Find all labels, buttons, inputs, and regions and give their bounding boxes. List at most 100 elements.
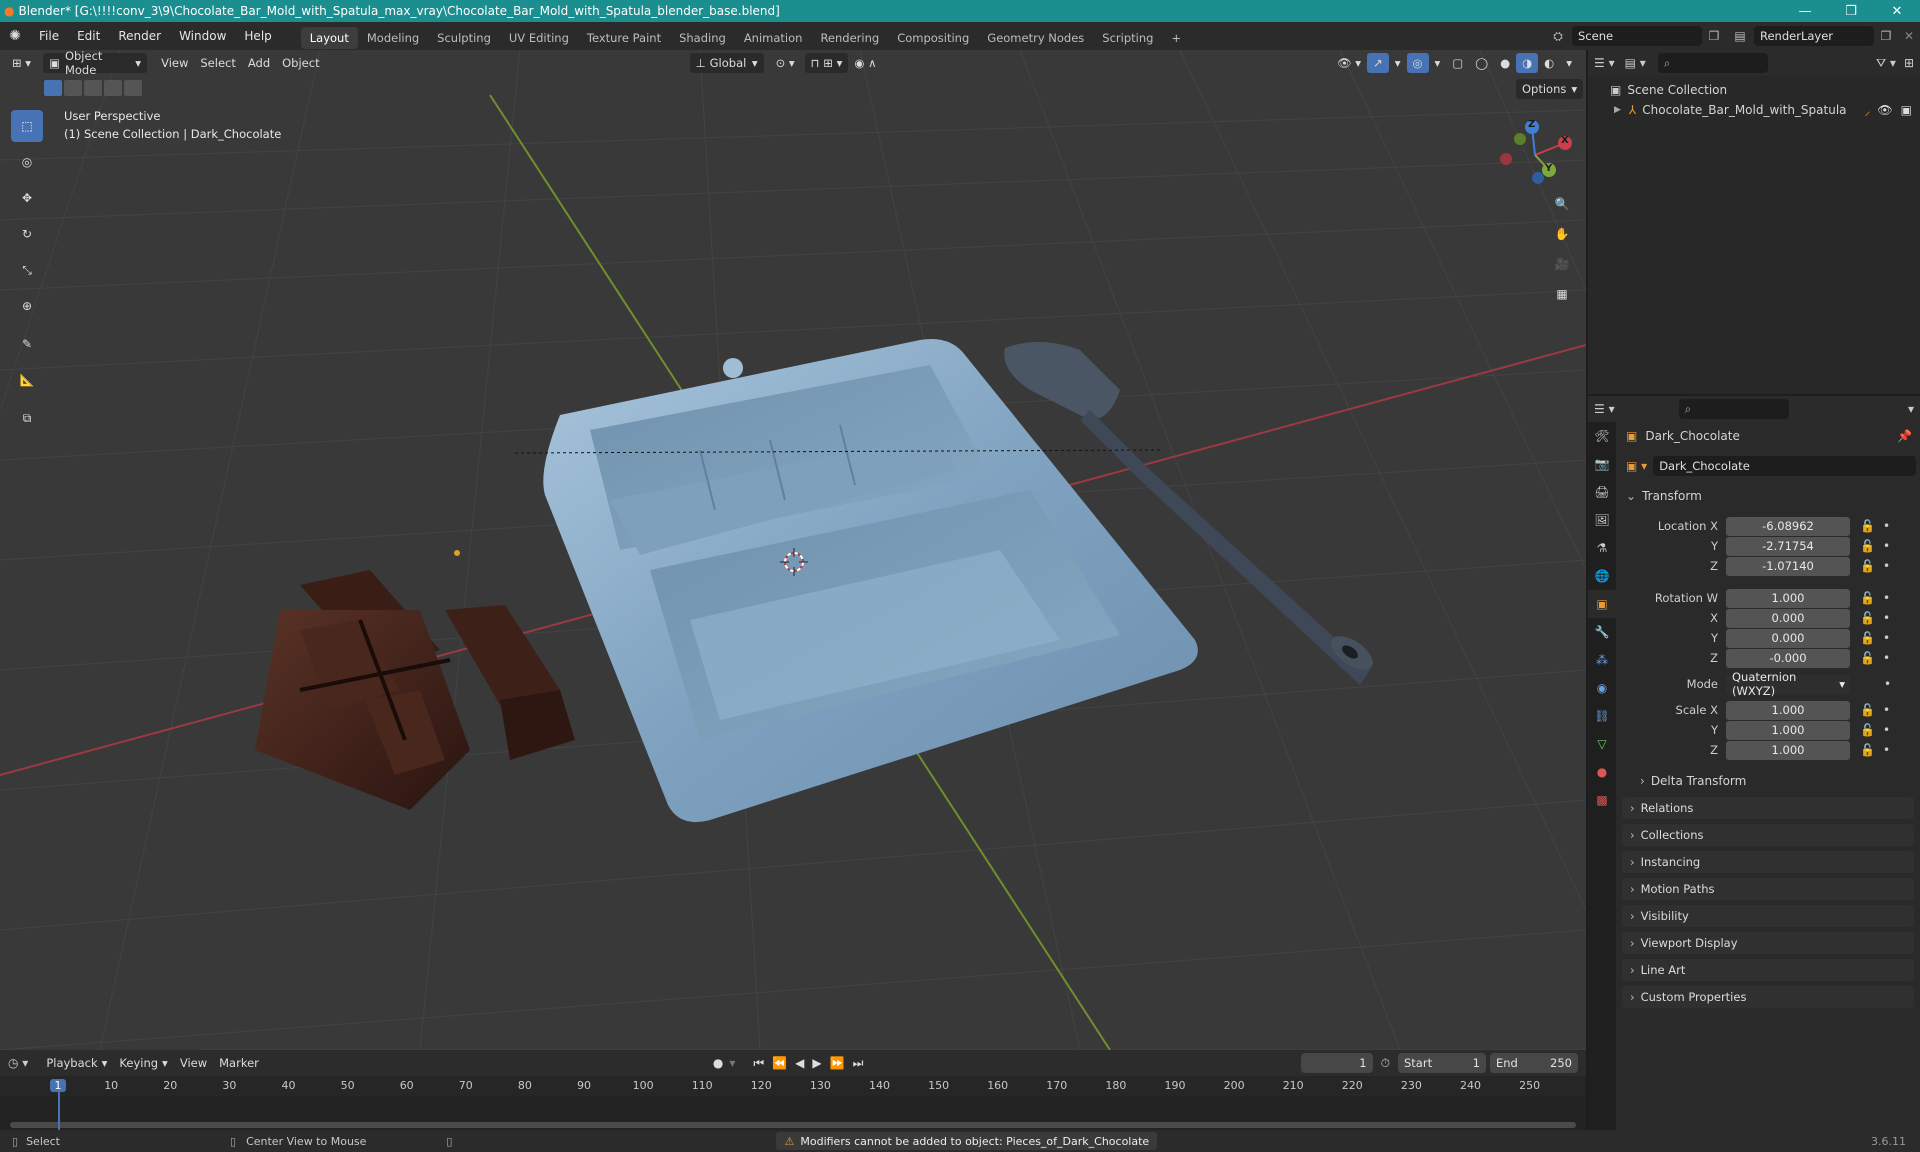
tab-scripting[interactable]: Scripting	[1093, 27, 1162, 49]
rotation-z-field[interactable]: -0.000	[1726, 648, 1850, 668]
world-tab-icon[interactable]: 🌐	[1588, 562, 1616, 590]
jump-keyframe-back-icon[interactable]: ⏪	[772, 1056, 787, 1070]
lock-icon[interactable]: 🔓	[1860, 591, 1875, 605]
options-button[interactable]: Options ▾	[1516, 79, 1584, 99]
keyframe-dot-icon[interactable]: •	[1884, 677, 1891, 691]
menu-keying[interactable]: Keying ▾	[113, 1053, 173, 1073]
physics-tab-icon[interactable]: ◉	[1588, 674, 1616, 702]
data-tab-icon[interactable]: ▽	[1588, 730, 1616, 758]
end-frame-field[interactable]: End 250	[1490, 1053, 1578, 1073]
xray-icon[interactable]: ▢	[1446, 53, 1469, 73]
tab-compositing[interactable]: Compositing	[888, 27, 978, 49]
menu-timeline-view[interactable]: View	[174, 1053, 213, 1073]
visibility-icon[interactable]: 👁 ▾	[1331, 53, 1367, 73]
material-shading-icon[interactable]: ◑	[1516, 53, 1539, 73]
select-extend-icon[interactable]	[64, 80, 82, 96]
render-layer-selector[interactable]: RenderLayer	[1754, 26, 1874, 46]
3d-viewport[interactable]: ⊞ ▾ ▣ Object Mode ▾ View Select Add Obje…	[0, 50, 1586, 1050]
select-intersect-icon[interactable]	[124, 80, 142, 96]
tab-animation[interactable]: Animation	[735, 27, 812, 49]
tab-uv-editing[interactable]: UV Editing	[500, 27, 578, 49]
menu-marker[interactable]: Marker	[213, 1053, 265, 1073]
keyframe-dot-icon[interactable]: •	[1883, 723, 1890, 737]
rotate-tool-icon[interactable]: ↻	[11, 218, 43, 250]
location-y-field[interactable]: -2.71754	[1726, 536, 1850, 556]
dark-chocolate-object[interactable]	[255, 570, 575, 810]
panel-custom-properties[interactable]: › Custom Properties	[1622, 986, 1914, 1008]
menu-render[interactable]: Render	[109, 22, 170, 50]
shading-dropdown-icon[interactable]: ▾	[1560, 53, 1578, 73]
new-layer-icon[interactable]: ❐	[1874, 29, 1898, 43]
scale-y-field[interactable]: 1.000	[1726, 720, 1850, 740]
solid-shading-icon[interactable]: ●	[1494, 53, 1516, 73]
menu-file[interactable]: File	[30, 22, 68, 50]
expand-arrow-icon[interactable]: ▶	[1614, 105, 1621, 115]
start-frame-field[interactable]: Start 1	[1398, 1053, 1486, 1073]
panel-line-art[interactable]: › Line Art	[1622, 959, 1914, 981]
keyframe-dot-icon[interactable]: •	[1883, 631, 1890, 645]
wireframe-shading-icon[interactable]: ◯	[1469, 53, 1494, 73]
outliner-search-input[interactable]: ⌕	[1657, 53, 1768, 73]
pivot-icon[interactable]: ⊙ ▾	[770, 53, 801, 73]
camera-view-icon[interactable]: 🎥	[1550, 252, 1574, 276]
pan-hand-icon[interactable]: ✋	[1550, 222, 1574, 246]
mode-selector[interactable]: ▣ Object Mode ▾	[43, 50, 148, 77]
lock-icon[interactable]: 🔓	[1860, 703, 1875, 717]
tab-rendering[interactable]: Rendering	[811, 27, 888, 49]
rotation-y-field[interactable]: 0.000	[1726, 628, 1850, 648]
menu-help[interactable]: Help	[235, 22, 280, 50]
lock-icon[interactable]: 🔓	[1860, 559, 1875, 573]
keyframe-dot-icon[interactable]: •	[1883, 559, 1890, 573]
tool-tab-icon[interactable]: 🛠	[1588, 422, 1616, 450]
tab-shading[interactable]: Shading	[670, 27, 735, 49]
tab-sculpting[interactable]: Sculpting	[428, 27, 500, 49]
panel-instancing[interactable]: › Instancing	[1622, 851, 1914, 873]
output-tab-icon[interactable]: 🖨	[1588, 478, 1616, 506]
add-workspace-button[interactable]: +	[1162, 27, 1190, 49]
viewport-scene[interactable]	[0, 50, 1586, 1050]
play-icon[interactable]: ▶	[812, 1056, 821, 1070]
scene-tab-icon[interactable]: ⚗	[1588, 534, 1616, 562]
panel-relations[interactable]: › Relations	[1622, 797, 1914, 819]
material-tab-icon[interactable]: ●	[1588, 758, 1616, 786]
scene-icon[interactable]: ⛭	[1544, 29, 1572, 44]
properties-search-input[interactable]: ⌕	[1678, 399, 1789, 419]
gizmo-toggle-icon[interactable]: ↗	[1367, 53, 1389, 73]
tab-modeling[interactable]: Modeling	[358, 27, 428, 49]
stopwatch-icon[interactable]: ⏱	[1381, 1056, 1390, 1071]
new-scene-icon[interactable]: ❐	[1702, 29, 1726, 43]
panel-collections[interactable]: › Collections	[1622, 824, 1914, 846]
select-new-icon[interactable]	[44, 80, 62, 96]
record-dropdown-icon[interactable]: ▾	[729, 1056, 735, 1070]
render-tab-icon[interactable]: 📷	[1588, 450, 1616, 478]
lock-icon[interactable]: 🔓	[1860, 723, 1875, 737]
snap-icon[interactable]: ⊓ ⊞ ▾	[804, 53, 849, 73]
menu-add[interactable]: Add	[242, 53, 276, 73]
panel-visibility[interactable]: › Visibility	[1622, 905, 1914, 927]
datablock-icon[interactable]: ▣ ▾	[1626, 459, 1647, 473]
navigation-gizmo[interactable]: X Y Z	[1490, 115, 1580, 195]
lock-icon[interactable]: 🔓	[1860, 611, 1875, 625]
select-box-tool-icon[interactable]: ⬚	[11, 110, 43, 142]
lock-icon[interactable]: 🔓	[1860, 539, 1875, 553]
lock-icon[interactable]: 🔓	[1860, 631, 1875, 645]
overlay-dropdown-icon[interactable]: ▾	[1429, 53, 1447, 73]
select-subtract-icon[interactable]	[84, 80, 102, 96]
orientation-selector[interactable]: ⊥ Global ▾	[689, 53, 764, 73]
filter-icon[interactable]: ⛛ ▾	[1876, 56, 1896, 71]
blender-menu-icon[interactable]: ✺	[0, 22, 30, 50]
pin-icon[interactable]: 📌	[1897, 429, 1912, 443]
transform-panel-header[interactable]: ⌄ Transform	[1616, 484, 1920, 508]
object-tab-icon[interactable]: ▣	[1588, 590, 1616, 618]
menu-edit[interactable]: Edit	[68, 22, 109, 50]
location-x-field[interactable]: -6.08962	[1726, 516, 1850, 536]
close-button[interactable]: ✕	[1874, 0, 1920, 22]
scene-selector[interactable]: Scene	[1572, 26, 1702, 46]
scale-tool-icon[interactable]: ⤡	[11, 254, 43, 286]
menu-select[interactable]: Select	[194, 53, 241, 73]
cursor-tool-icon[interactable]: ◎	[11, 146, 43, 178]
measure-tool-icon[interactable]: 📐	[11, 364, 43, 396]
transform-tool-icon[interactable]: ⊕	[11, 290, 43, 322]
tab-texture-paint[interactable]: Texture Paint	[578, 27, 670, 49]
annotate-tool-icon[interactable]: ✎	[11, 328, 43, 360]
